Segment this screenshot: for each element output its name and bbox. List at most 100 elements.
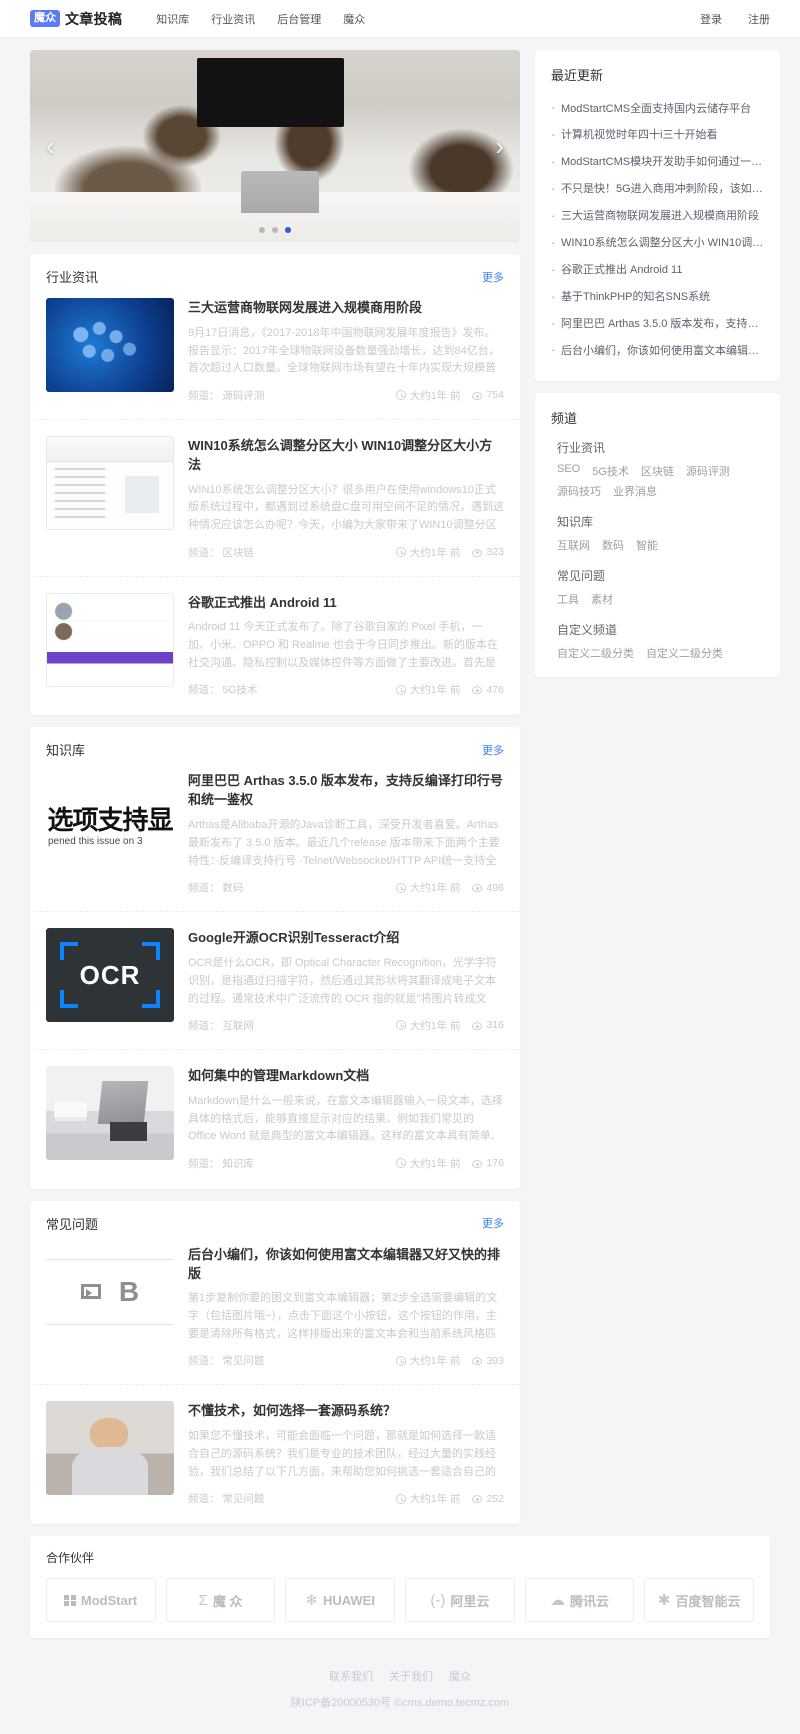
carousel-dot[interactable] xyxy=(272,227,278,233)
article-excerpt: 第1步复制你要的图文到富文本编辑器；第2步全选需要编辑的文字（包括图片哦~），点… xyxy=(188,1292,498,1341)
nav-item-admin[interactable]: 后台管理 xyxy=(277,11,321,27)
article-body: 谷歌正式推出 Android 11 Android 11 今天正式发布了。除了谷歌… xyxy=(188,593,504,698)
article-thumbnail[interactable]: B xyxy=(46,1244,174,1339)
channel-tag[interactable]: SEO xyxy=(557,463,580,479)
channel-tag[interactable]: 源码技巧 xyxy=(557,483,601,499)
footer-link[interactable]: 关于我们 xyxy=(389,1668,433,1684)
article-item[interactable]: 选项支持显 pened this issue on 3 阿里巴巴 Arthas 3.… xyxy=(30,771,520,913)
channel-tag[interactable]: 素材 xyxy=(591,591,613,607)
hero-carousel[interactable]: ‹ › xyxy=(30,50,520,242)
article-time: 大约1年 前 xyxy=(395,1491,460,1506)
article-title[interactable]: 阿里巴巴 Arthas 3.5.0 版本发布，支持反编译打印行号和统一鉴权 xyxy=(188,772,504,810)
article-title[interactable]: WIN10系统怎么调整分区大小 WIN10调整分区大小方法 xyxy=(188,437,504,475)
carousel-dot-active[interactable] xyxy=(285,227,291,233)
section-card: 知识库 更多 选项支持显 pened this issue on 3 阿里巴巴 Arth… xyxy=(30,727,520,1189)
eye-icon xyxy=(472,884,483,893)
channel-tag[interactable]: 智能 xyxy=(636,537,658,553)
brand-logo[interactable]: 魔众 文章投稿 xyxy=(30,9,122,29)
sigma-icon: Σ xyxy=(198,1591,208,1609)
article-title[interactable]: 如何集中的管理Markdown文档 xyxy=(188,1067,504,1086)
recent-update-item[interactable]: 计算机视觉时年四十i三十开始看 xyxy=(551,123,764,150)
recent-update-item[interactable]: ModStartCMS模块开发助手如何通过一键创建模块？ xyxy=(551,150,764,177)
partner-logo[interactable]: ModStart xyxy=(46,1578,156,1623)
article-views-text: 176 xyxy=(486,1157,504,1170)
footer-link[interactable]: 联系我们 xyxy=(329,1668,373,1684)
channel-tag[interactable]: 业界消息 xyxy=(613,483,657,499)
page-body: ‹ › 行业资讯 更多 三大运营商物联网发展进入规模商用阶段 9月17日消息，《201… xyxy=(0,38,800,1536)
article-item[interactable]: 谷歌正式推出 Android 11 Android 11 今天正式发布了。除了谷歌… xyxy=(30,577,520,716)
channel-group-name[interactable]: 自定义频道 xyxy=(557,621,764,638)
article-meta: 频道： 常见问题 大约1年 前 252 xyxy=(188,1491,504,1506)
partners-row: ModStart Σ 魔 众 ❄ HUAWEI (-) 阿里云 ☁ 腾讯云 ✱ 百度智能云 xyxy=(46,1578,755,1623)
article-item[interactable]: WIN10系统怎么调整分区大小 WIN10调整分区大小方法 WIN10系统怎么调整… xyxy=(30,420,520,577)
recent-update-item[interactable]: 不只是快！5G进入商用冲刺阶段，该如何布局？ xyxy=(551,177,764,204)
channel-tag[interactable]: 数码 xyxy=(602,537,624,553)
chevron-right-icon[interactable]: › xyxy=(495,133,504,159)
channel-tag[interactable]: 源码评测 xyxy=(686,463,730,479)
channel-tag[interactable]: 工具 xyxy=(557,591,579,607)
partner-logo[interactable]: ☁ 腾讯云 xyxy=(524,1578,635,1623)
recent-update-item[interactable]: WIN10系统怎么调整分区大小 WIN10调整分区大小方法 xyxy=(551,231,764,258)
clock-icon xyxy=(395,547,406,558)
nav-item-mozhong[interactable]: 魔众 xyxy=(343,11,365,27)
clock-icon xyxy=(395,684,406,695)
chevron-left-icon[interactable]: ‹ xyxy=(46,133,55,159)
article-thumbnail[interactable] xyxy=(46,1065,174,1160)
article-title[interactable]: 三大运营商物联网发展进入规模商用阶段 xyxy=(188,299,504,318)
article-thumbnail[interactable]: OCR xyxy=(46,928,174,1023)
section-title: 行业资讯 xyxy=(46,270,99,285)
article-title[interactable]: 谷歌正式推出 Android 11 xyxy=(188,594,504,613)
section-more-link[interactable]: 更多 xyxy=(482,1215,504,1231)
article-title[interactable]: 不懂技术，如何选择一套源码系统？ xyxy=(188,1402,504,1421)
recent-update-item[interactable]: 基于ThinkPHP的知名SNS系统 xyxy=(551,285,764,312)
content-sections: 行业资讯 更多 三大运营商物联网发展进入规模商用阶段 9月17日消息，《2017-20… xyxy=(30,254,520,1525)
channel-groups: 行业资讯 SEO 5G技术 区块链 源码评测源码技巧 业界消息知识库互联网 数码 智能常见问题… xyxy=(551,439,764,661)
recent-update-item[interactable]: 阿里巴巴 Arthas 3.5.0 版本发布，支持反编译打印行… xyxy=(551,312,764,339)
channel-group-name[interactable]: 常见问题 xyxy=(557,567,764,584)
partner-logo[interactable]: ✱ 百度智能云 xyxy=(644,1578,755,1623)
article-time-text: 大约1年 前 xyxy=(409,1019,461,1032)
recent-update-item[interactable]: 谷歌正式推出 Android 11 xyxy=(551,258,764,285)
channel-group-name[interactable]: 知识库 xyxy=(557,513,764,530)
article-title[interactable]: Google开源OCR识别Tesseract介绍 xyxy=(188,929,504,948)
partner-logo[interactable]: (-) 阿里云 xyxy=(405,1578,515,1623)
nav-item-industry-news[interactable]: 行业资讯 xyxy=(211,11,255,27)
article-item[interactable]: 三大运营商物联网发展进入规模商用阶段 9月17日消息，《2017-2018年中国物… xyxy=(30,298,520,420)
article-thumbnail[interactable] xyxy=(46,298,174,392)
login-link[interactable]: 登录 xyxy=(700,11,722,27)
article-item[interactable]: 如何集中的管理Markdown文档 Markdown是什么一般来说，在富文本编辑器… xyxy=(30,1050,520,1189)
channel-group-name[interactable]: 行业资讯 xyxy=(557,439,764,456)
register-link[interactable]: 注册 xyxy=(748,11,770,27)
article-item[interactable]: B 后台小编们，你该如何使用富文本编辑器又好又快的排版第1步复制你要的图文到富文本… xyxy=(30,1244,520,1386)
article-thumbnail[interactable]: 选项支持显 pened this issue on 3 xyxy=(46,771,174,866)
partner-logo[interactable]: ❄ HUAWEI xyxy=(285,1578,396,1623)
article-views-text: 754 xyxy=(486,389,504,402)
article-item[interactable]: OCR Google开源OCR识别Tesseract介绍 OCR是什么OCR，即 O… xyxy=(30,912,520,1050)
recent-update-item[interactable]: ModStartCMS全面支持国内云储存平台 xyxy=(551,96,764,123)
article-channel: 频道： 常见问题 xyxy=(188,1493,265,1506)
partner-name: 百度智能云 xyxy=(675,1593,741,1609)
article-thumbnail[interactable] xyxy=(46,435,174,530)
article-thumbnail[interactable] xyxy=(46,1401,174,1496)
article-title[interactable]: 后台小编们，你该如何使用富文本编辑器又好又快的排版 xyxy=(188,1246,504,1284)
article-views: 393 xyxy=(472,1355,504,1367)
partner-logo[interactable]: Σ魔 众 xyxy=(165,1578,276,1623)
section-more-link[interactable]: 更多 xyxy=(482,269,504,285)
section-more-link[interactable]: 更多 xyxy=(482,742,504,758)
channel-tag[interactable]: 互联网 xyxy=(557,537,590,553)
channel-group: 自定义频道自定义二级分类 自定义二级分类 xyxy=(551,621,764,661)
article-item[interactable]: 不懂技术，如何选择一套源码系统？ 如果您不懂技术，可能会面临一个问题，那就是如何选… xyxy=(30,1385,520,1524)
footer-link[interactable]: 魔众 xyxy=(449,1668,471,1684)
article-thumbnail[interactable] xyxy=(46,592,174,687)
article-views: 496 xyxy=(472,882,504,894)
recent-update-item[interactable]: 三大运营商物联网发展进入规模商用阶段 xyxy=(551,204,764,231)
meeting-screen-shape xyxy=(196,57,344,127)
channel-tag[interactable]: 自定义二级分类 xyxy=(557,645,634,661)
channel-tag[interactable]: 5G技术 xyxy=(592,463,629,479)
channel-tag[interactable]: 区块链 xyxy=(641,463,674,479)
channel-tag[interactable]: 自定义二级分类 xyxy=(646,645,723,661)
recent-update-item[interactable]: 后台小编们，你该如何使用富文本编辑器又好又快的… xyxy=(551,338,764,365)
article-views-text: 393 xyxy=(486,1354,504,1367)
nav-item-knowledge[interactable]: 知识库 xyxy=(156,11,189,27)
carousel-dot[interactable] xyxy=(259,227,265,233)
